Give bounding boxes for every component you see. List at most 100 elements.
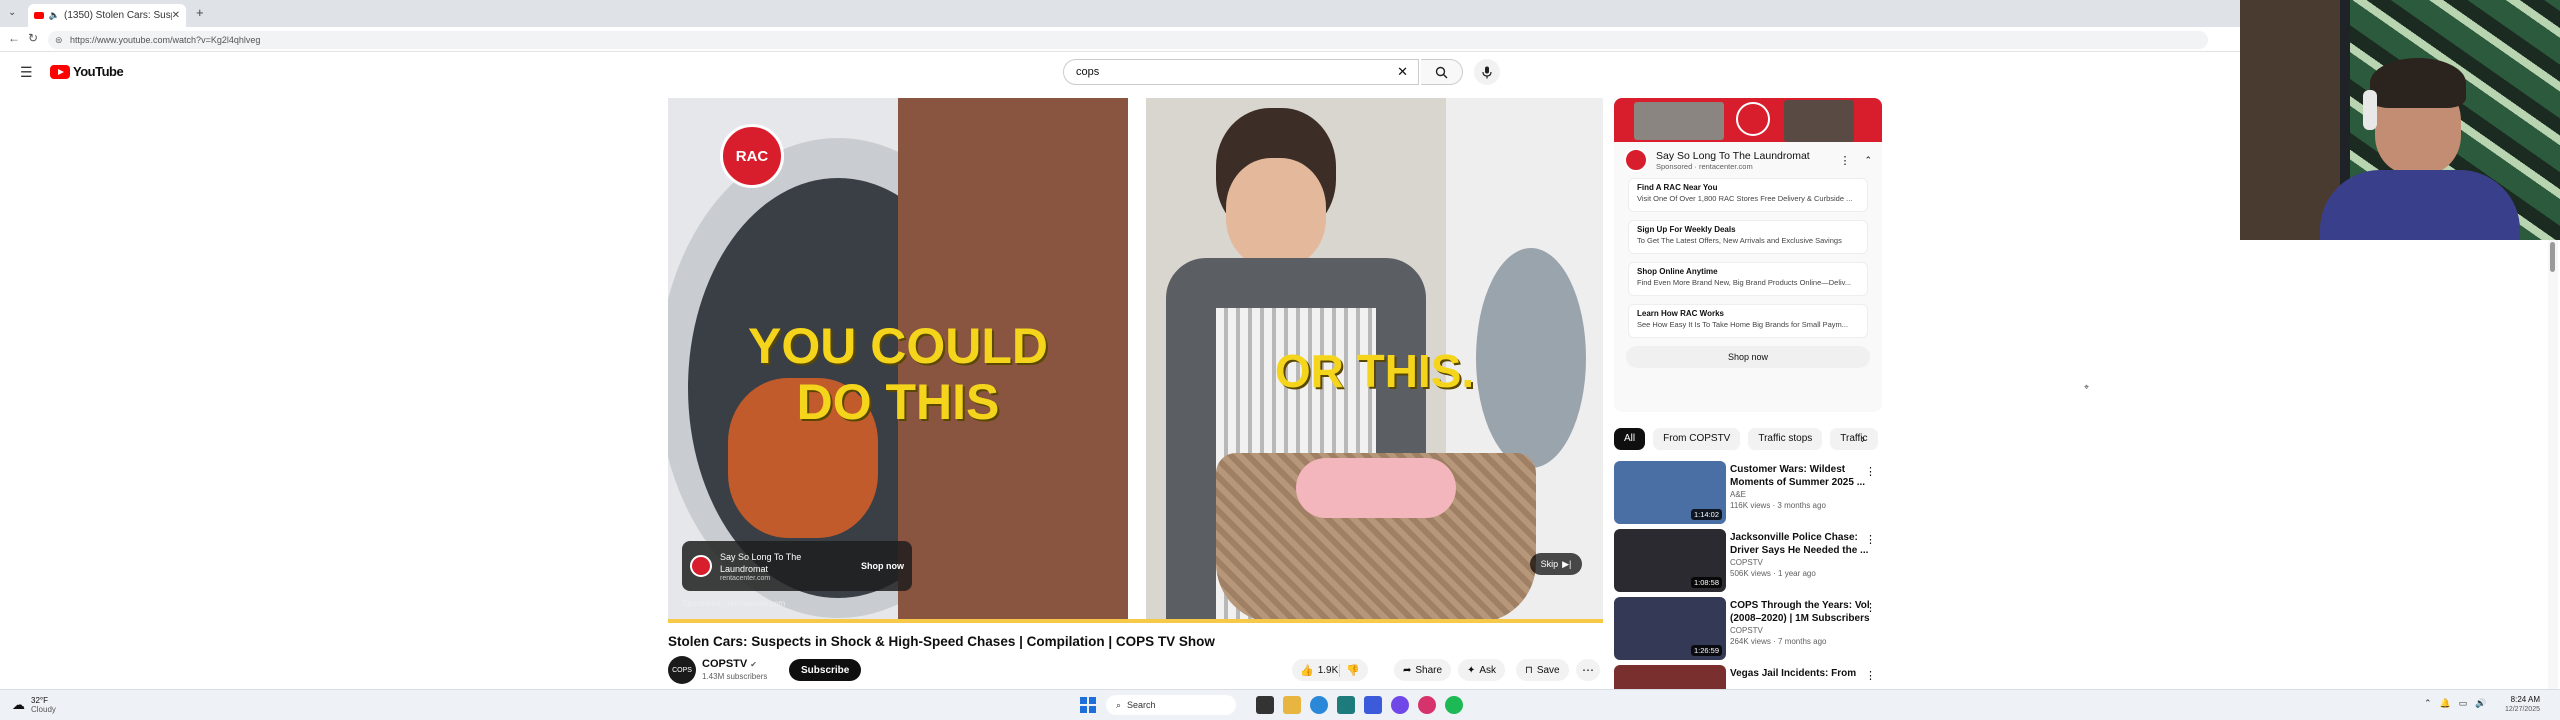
store-icon[interactable] <box>1337 696 1355 714</box>
discord-icon[interactable] <box>1391 696 1409 714</box>
volume-icon[interactable]: 🔊 <box>2475 698 2486 709</box>
duration-badge: 1:08:58 <box>1690 577 1722 588</box>
site-info-icon[interactable]: ⊜ <box>55 31 63 49</box>
chip-filter[interactable]: Traffic stops <box>1748 428 1823 450</box>
recommendation-more-icon[interactable]: ⋮ <box>1865 669 1876 682</box>
like-icon[interactable]: 👍 <box>1300 664 1314 677</box>
address-bar-row: ← ↻ ⊜ https://www.youtube.com/watch?v=Kg… <box>0 27 2240 52</box>
recommendation-thumbnail[interactable]: 1:08:58 <box>1614 529 1726 592</box>
ad-overlay-card[interactable]: Say So Long To The Laundromat rentacente… <box>682 541 912 591</box>
channel-name[interactable]: COPSTV <box>702 658 747 670</box>
channel-avatar[interactable]: COPS <box>668 656 696 684</box>
search-input[interactable]: cops ✕ <box>1063 59 1419 85</box>
microphone-icon <box>1482 66 1492 78</box>
ad-shop-now-button[interactable]: Shop now <box>1626 346 1870 368</box>
taskbar: ☁ 32°F Cloudy ⌕ Search ⌃ 🔔 ▭ � <box>0 689 2560 720</box>
skip-label: Skip <box>1540 559 1559 569</box>
youtube-play-logo-icon <box>50 64 70 79</box>
ad-card-shop-button[interactable]: Shop now <box>861 561 904 571</box>
share-icon: ➦ <box>1403 664 1412 676</box>
reload-icon[interactable]: ↻ <box>28 31 38 45</box>
recommendation-more-icon[interactable]: ⋮ <box>1865 601 1876 614</box>
taskbar-search[interactable]: ⌕ Search <box>1106 695 1236 715</box>
ad-more-icon[interactable]: ⋮ <box>1839 154 1850 167</box>
ad-sitelink[interactable]: Sign Up For Weekly Deals To Get The Lates… <box>1628 220 1868 254</box>
ad-title[interactable]: Say So Long To The Laundromat <box>1656 150 1839 162</box>
advertiser-avatar[interactable] <box>1624 148 1648 172</box>
recommendation-meta: 116K views · 3 months ago <box>1730 501 1826 510</box>
recommendation-item[interactable]: 1:08:58 Jacksonville Police Chase: Driver … <box>1614 529 1884 597</box>
chip-next-chevron-icon[interactable]: › <box>1861 432 1865 446</box>
recommendation-more-icon[interactable]: ⋮ <box>1865 465 1876 478</box>
tray-chevron-icon[interactable]: ⌃ <box>2424 698 2432 709</box>
webcam-headphones <box>2363 90 2377 130</box>
woman-face <box>1226 158 1326 268</box>
ad-sponsor: Sponsored · rentacenter.com <box>1656 161 1753 171</box>
recommendation-title-line-2: (2008–2020) | 1M Subscribers... <box>1730 613 1870 624</box>
tab-list-chevron-icon[interactable]: ⌄ <box>8 7 16 18</box>
duration-badge: 1:14:02 <box>1690 509 1722 520</box>
recommendation-list: 1:14:02 Customer Wars: Wildest Moments of … <box>1614 461 1884 720</box>
task-view-icon[interactable] <box>1256 696 1274 714</box>
headline-line-2: DO THIS <box>796 374 1000 430</box>
ad-sitelink[interactable]: Find A RAC Near You Visit One Of Over 1,8… <box>1628 178 1868 212</box>
youtube-logo[interactable]: YouTube <box>50 64 124 79</box>
spotify-icon[interactable] <box>1445 696 1463 714</box>
app-icon[interactable] <box>1364 696 1382 714</box>
chip-filter[interactable]: From COPSTV <box>1653 428 1741 450</box>
weather-widget[interactable]: ☁ 32°F Cloudy <box>12 696 56 714</box>
chip-bar: All From COPSTV Traffic stops Traffic <box>1614 428 1886 450</box>
ask-button[interactable]: ✦ Ask <box>1458 659 1506 681</box>
video-player[interactable]: RAC YOU COULD DO THIS OR THIS. Say So Lo… <box>668 98 1603 623</box>
back-icon[interactable]: ← <box>8 31 20 45</box>
share-button[interactable]: ➦ Share <box>1394 659 1452 681</box>
webcam-hair <box>2370 58 2466 108</box>
ad-companion-panel: Say So Long To The Laundromat Sponsored … <box>1614 98 1882 412</box>
subscriber-count: 1.43M subscribers <box>702 672 768 681</box>
chip-filter[interactable]: All <box>1614 428 1646 450</box>
ad-sitelink-title: Sign Up For Weekly Deals <box>1637 225 1736 234</box>
new-tab-button[interactable]: + <box>196 5 204 20</box>
dislike-icon[interactable]: 👎 <box>1339 663 1360 677</box>
taskbar-search-label: Search <box>1127 700 1156 710</box>
file-explorer-icon[interactable] <box>1283 696 1301 714</box>
recommendation-title-line-1: Jacksonville Police Chase: <box>1730 532 1858 543</box>
obs-icon[interactable] <box>1418 696 1436 714</box>
menu-icon[interactable]: ☰ <box>20 64 33 81</box>
url-field[interactable]: ⊜ https://www.youtube.com/watch?v=Kg2l4q… <box>48 31 2208 49</box>
browser-tab-active[interactable]: 🔈 (1350) Stolen Cars: Suspects i ✕ <box>28 4 186 27</box>
subscribe-button[interactable]: Subscribe <box>789 659 862 681</box>
voice-search-button[interactable] <box>1474 59 1500 85</box>
clear-search-icon[interactable]: ✕ <box>1397 60 1408 84</box>
network-icon[interactable]: ▭ <box>2459 698 2468 709</box>
ad-card-domain: rentacenter.com <box>720 574 771 582</box>
recommendation-item[interactable]: 1:14:02 Customer Wars: Wildest Moments of … <box>1614 461 1884 529</box>
collapse-chevron-icon[interactable]: ⌃ <box>1864 155 1872 166</box>
duration-badge: 1:26:59 <box>1690 645 1722 656</box>
more-actions-icon[interactable]: ⋯ <box>1576 659 1600 681</box>
ad-progress-bar[interactable] <box>668 619 1603 623</box>
recommendation-more-icon[interactable]: ⋮ <box>1865 533 1876 546</box>
ad-sitelink[interactable]: Learn How RAC Works See How Easy It Is To… <box>1628 304 1868 338</box>
save-button[interactable]: ⊓ Save <box>1516 659 1569 681</box>
edge-icon[interactable] <box>1310 696 1328 714</box>
recommendation-info: COPS Through the Years: Vol. 2 (2008–2020… <box>1730 599 1870 647</box>
recommendation-thumbnail[interactable]: 1:14:02 <box>1614 461 1726 524</box>
ad-banner-image[interactable] <box>1614 98 1882 142</box>
clock[interactable]: 8:24 AM 12/27/2025 <box>2500 695 2540 715</box>
like-count[interactable]: 1.9K <box>1318 665 1339 676</box>
recommendation-item[interactable]: 1:26:59 COPS Through the Years: Vol. 2 (20… <box>1614 597 1884 665</box>
recommendation-thumbnail[interactable]: 1:26:59 <box>1614 597 1726 660</box>
chip-filter[interactable]: Traffic <box>1830 428 1878 450</box>
ad-sitelink[interactable]: Shop Online Anytime Find Even More Brand … <box>1628 262 1868 296</box>
recommendation-channel: COPSTV <box>1730 626 1763 635</box>
weather-temp: 32°F <box>31 696 48 705</box>
notification-icon[interactable]: 🔔 <box>2440 698 2451 709</box>
banner-rac-logo <box>1736 102 1770 136</box>
recommendation-meta: 506K views · 1 year ago <box>1730 569 1816 578</box>
skip-ad-button[interactable]: Skip ▶| <box>1530 553 1582 575</box>
windows-start-icon[interactable] <box>1080 697 1096 713</box>
scrollbar-thumb[interactable] <box>2550 242 2555 272</box>
close-tab-icon[interactable]: ✕ <box>172 10 180 21</box>
search-button[interactable] <box>1421 59 1463 85</box>
